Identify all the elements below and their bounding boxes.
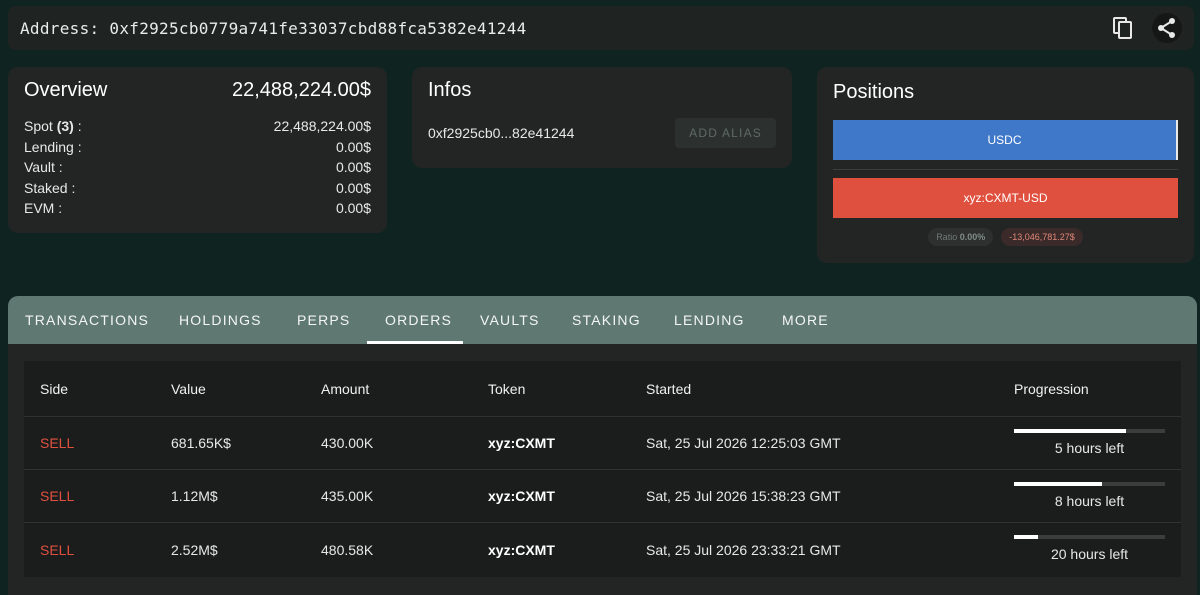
row-started: Sat, 25 Jul 2026 12:25:03 GMT [646,435,841,451]
address-actions [1108,13,1182,43]
row-side: SELL [40,435,75,451]
row-value: 681.65K$ [171,435,231,451]
table-row: SELL 2.52M$ 480.58K xyz:CXMT Sat, 25 Jul… [24,523,1181,576]
tab-bar: TRANSACTIONS HOLDINGS PERPS ORDERS VAULT… [8,296,1197,344]
overview-row-staked: Staked : 0.00$ [24,178,371,199]
spot-value: 22,488,224.00$ [273,118,371,134]
infos-short-address: 0xf2925cb0...82e41244 [428,125,575,141]
address-bar: Address: 0xf2925cb0779a741fe33037cbd88fc… [8,6,1194,50]
header-started[interactable]: Started [646,361,691,416]
vault-label: Vault : [24,159,63,175]
progress-label: 5 hours left [1054,440,1125,456]
position-bar-cxmt[interactable]: xyz:CXMT-USD [833,178,1178,218]
staked-value: 0.00$ [335,179,371,196]
table-header: Side Value Amount Token Started Progress… [24,361,1181,417]
ratio-badge: Ratio 0.00% [928,228,994,246]
overview-row-lending: Lending : 0.00$ [24,137,371,158]
tab-staking[interactable]: STAKING [572,296,641,344]
vault-value: 0.00$ [335,159,371,175]
row-started: Sat, 25 Jul 2026 23:33:21 GMT [646,541,841,558]
progress-track [1014,429,1165,433]
tab-holdings[interactable]: HOLDINGS [179,296,262,344]
position-bar-usdc[interactable]: USDC [833,120,1178,160]
progress-indicator: 8 hours left [1014,470,1165,522]
progress-fill [1014,535,1039,539]
infos-card: Infos 0xf2925cb0...82e41244 ADD ALIAS [412,67,792,168]
row-token[interactable]: xyz:CXMT [488,523,555,576]
lending-value: 0.00$ [335,138,371,155]
table-row: SELL 681.65K$ 430.00K xyz:CXMT Sat, 25 J… [24,417,1181,470]
progress-track [1014,482,1165,486]
tab-lending[interactable]: LENDING [674,296,745,344]
table-row: SELL 1.12M$ 435.00K xyz:CXMT Sat, 25 Jul… [24,470,1181,523]
overview-total: 22,488,224.00$ [231,79,371,101]
overview-title: Overview [24,79,108,101]
position-usdc-label: USDC [987,133,1022,147]
progress-label: 8 hours left [1054,493,1125,509]
progress-indicator: 5 hours left [1014,417,1165,469]
overview-row-evm: EVM : 0.00$ [24,198,371,219]
position-cxmt-label: xyz:CXMT-USD [963,191,1048,205]
tab-vaults[interactable]: VAULTS [480,296,540,344]
row-started: Sat, 25 Jul 2026 15:38:23 GMT [646,488,841,504]
row-amount: 435.00K [321,488,374,504]
tab-more[interactable]: MORE [782,296,829,344]
positions-divider [833,169,1178,170]
lending-label: Lending : [24,138,82,155]
address-text: Address: 0xf2925cb0779a741fe33037cbd88fc… [20,18,527,38]
progress-fill [1014,429,1126,433]
header-value[interactable]: Value [171,361,206,416]
row-amount: 480.58K [321,541,374,558]
orders-table: Side Value Amount Token Started Progress… [24,361,1181,577]
positions-title: Positions [833,81,915,103]
progress-indicator: 20 hours left [1014,523,1165,576]
row-token[interactable]: xyz:CXMT [488,417,555,469]
tab-transactions[interactable]: TRANSACTIONS [25,296,149,344]
progress-fill [1014,482,1102,486]
row-value: 1.12M$ [171,488,218,504]
share-icon[interactable] [1152,13,1182,43]
header-progression[interactable]: Progression [1014,361,1089,416]
row-value: 2.52M$ [171,541,218,558]
evm-value: 0.00$ [335,200,371,216]
tabs-panel: TRANSACTIONS HOLDINGS PERPS ORDERS VAULT… [8,296,1197,595]
overview-card: Overview 22,488,224.00$ Spot (3) : 22,48… [8,67,387,233]
evm-label: EVM : [24,200,63,216]
overview-row-vault: Vault : 0.00$ [24,157,371,178]
infos-title: Infos [428,79,472,101]
spot-count: (3) [56,118,74,134]
copy-icon[interactable] [1108,13,1138,43]
overview-row-spot: Spot (3) : 22,488,224.00$ [24,116,371,137]
header-side[interactable]: Side [40,361,68,416]
header-token[interactable]: Token [488,361,525,416]
add-alias-button[interactable]: ADD ALIAS [675,118,776,148]
positions-card: Positions USDC xyz:CXMT-USD Ratio 0.00% … [817,67,1194,263]
progress-track [1014,535,1165,539]
tab-perps[interactable]: PERPS [297,296,350,344]
active-tab-indicator [367,341,463,344]
row-amount: 430.00K [321,435,374,451]
row-side: SELL [40,488,75,504]
staked-label: Staked : [24,179,76,196]
row-token[interactable]: xyz:CXMT [488,470,555,522]
row-side: SELL [40,541,75,558]
tab-orders[interactable]: ORDERS [385,296,452,344]
progress-label: 20 hours left [1050,546,1129,562]
header-amount[interactable]: Amount [321,361,369,416]
pnl-badge: -13,046,781.27$ [1001,228,1083,246]
spot-label: Spot (3) : [24,118,82,134]
